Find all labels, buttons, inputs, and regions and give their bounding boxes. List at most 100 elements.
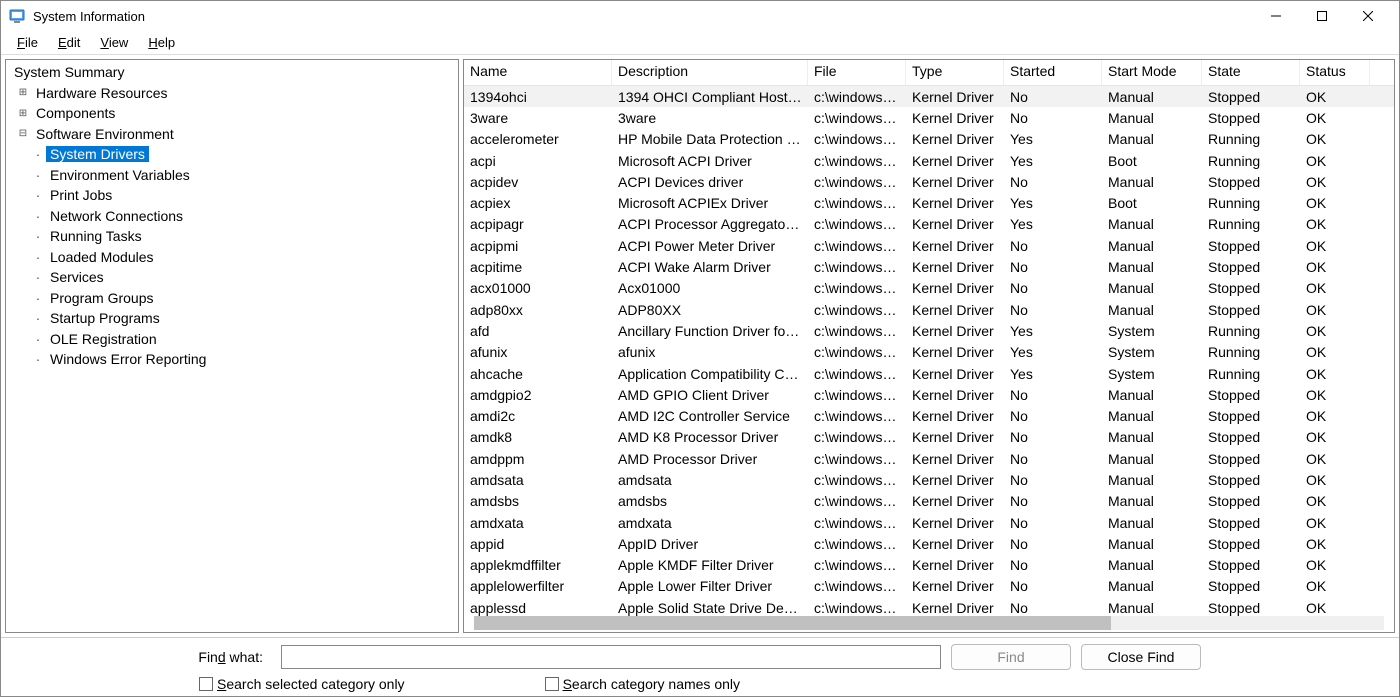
- search-names-checkbox[interactable]: Search category names only: [545, 676, 740, 692]
- tree-item-label: Loaded Modules: [46, 249, 158, 265]
- tree-item-environment-variables[interactable]: ·Environment Variables: [6, 165, 458, 186]
- cell-started: No: [1004, 387, 1102, 403]
- col-header-start-mode[interactable]: Start Mode: [1102, 60, 1202, 85]
- cell-type: Kernel Driver: [906, 195, 1004, 211]
- tree-item-print-jobs[interactable]: ·Print Jobs: [6, 185, 458, 206]
- cell-start_mode: Manual: [1102, 302, 1202, 318]
- tree-root[interactable]: System Summary: [6, 62, 458, 83]
- cell-description: amdsbs: [612, 493, 808, 509]
- col-header-status[interactable]: Status: [1300, 60, 1370, 85]
- tree-components[interactable]: ⊞ Components: [6, 103, 458, 124]
- tree-item-startup-programs[interactable]: ·Startup Programs: [6, 308, 458, 329]
- col-header-description[interactable]: Description: [612, 60, 808, 85]
- table-row[interactable]: acpipmiACPI Power Meter Driverc:\windows…: [464, 235, 1394, 256]
- maximize-button[interactable]: [1299, 1, 1345, 31]
- cell-name: accelerometer: [464, 131, 612, 147]
- cell-type: Kernel Driver: [906, 89, 1004, 105]
- close-find-button[interactable]: Close Find: [1081, 644, 1201, 670]
- table-row[interactable]: ahcacheApplication Compatibility Cac...c…: [464, 363, 1394, 384]
- tree-panel[interactable]: System Summary ⊞ Hardware Resources ⊞ Co…: [5, 59, 459, 633]
- table-row[interactable]: acpidevACPI Devices driverc:\windows\s..…: [464, 171, 1394, 192]
- cell-status: OK: [1300, 323, 1370, 339]
- cell-started: Yes: [1004, 195, 1102, 211]
- cell-description: Apple Solid State Drive Device: [612, 600, 808, 616]
- details-panel: Name Description File Type Started Start…: [463, 59, 1395, 633]
- cell-started: No: [1004, 600, 1102, 616]
- table-row[interactable]: amdgpio2AMD GPIO Client Driverc:\windows…: [464, 384, 1394, 405]
- cell-state: Stopped: [1202, 493, 1300, 509]
- cell-name: acpitime: [464, 259, 612, 275]
- table-row[interactable]: amdi2cAMD I2C Controller Servicec:\windo…: [464, 405, 1394, 426]
- cell-status: OK: [1300, 131, 1370, 147]
- cell-started: No: [1004, 259, 1102, 275]
- table-row[interactable]: acpiMicrosoft ACPI Driverc:\windows\s...…: [464, 150, 1394, 171]
- table-header: Name Description File Type Started Start…: [464, 60, 1394, 86]
- table-body[interactable]: 1394ohci1394 OHCI Compliant Host C...c:\…: [464, 86, 1394, 616]
- table-row[interactable]: accelerometerHP Mobile Data Protection S…: [464, 129, 1394, 150]
- cell-status: OK: [1300, 366, 1370, 382]
- cell-type: Kernel Driver: [906, 366, 1004, 382]
- col-header-type[interactable]: Type: [906, 60, 1004, 85]
- find-button[interactable]: Find: [951, 644, 1071, 670]
- table-row[interactable]: applekmdffilterApple KMDF Filter Driverc…: [464, 555, 1394, 576]
- table-row[interactable]: acx01000Acx01000c:\windows\s...Kernel Dr…: [464, 278, 1394, 299]
- close-button[interactable]: [1345, 1, 1391, 31]
- cell-state: Stopped: [1202, 408, 1300, 424]
- cell-state: Stopped: [1202, 472, 1300, 488]
- expand-icon[interactable]: ⊞: [16, 106, 30, 120]
- find-input[interactable]: [281, 645, 941, 669]
- table-row[interactable]: acpiexMicrosoft ACPIEx Driverc:\windows\…: [464, 192, 1394, 213]
- table-row[interactable]: 3ware3warec:\windows\s...Kernel DriverNo…: [464, 107, 1394, 128]
- tree-item-ole-registration[interactable]: ·OLE Registration: [6, 329, 458, 350]
- table-row[interactable]: amdxataamdxatac:\windows\s...Kernel Driv…: [464, 512, 1394, 533]
- tree-software-env[interactable]: ⊟ Software Environment: [6, 124, 458, 145]
- tree-item-services[interactable]: ·Services: [6, 267, 458, 288]
- cell-name: applessd: [464, 600, 612, 616]
- expand-icon[interactable]: ⊞: [16, 86, 30, 100]
- tree-item-program-groups[interactable]: ·Program Groups: [6, 288, 458, 309]
- tree-item-running-tasks[interactable]: ·Running Tasks: [6, 226, 458, 247]
- cell-description: AMD I2C Controller Service: [612, 408, 808, 424]
- menu-view[interactable]: View: [90, 33, 138, 52]
- table-row[interactable]: amdsbsamdsbsc:\windows\s...Kernel Driver…: [464, 491, 1394, 512]
- tree-item-label: Services: [46, 269, 108, 285]
- table-row[interactable]: applelowerfilterApple Lower Filter Drive…: [464, 576, 1394, 597]
- col-header-file[interactable]: File: [808, 60, 906, 85]
- col-header-started[interactable]: Started: [1004, 60, 1102, 85]
- table-row[interactable]: acpipagrACPI Processor Aggregator D...c:…: [464, 214, 1394, 235]
- table-row[interactable]: amdsataamdsatac:\windows\s...Kernel Driv…: [464, 469, 1394, 490]
- cell-status: OK: [1300, 302, 1370, 318]
- tree-item-label: Windows Error Reporting: [46, 351, 210, 367]
- tree-item-windows-error-reporting[interactable]: ·Windows Error Reporting: [6, 349, 458, 370]
- tree-hardware-label: Hardware Resources: [32, 85, 172, 101]
- menu-edit[interactable]: Edit: [48, 33, 90, 52]
- col-header-state[interactable]: State: [1202, 60, 1300, 85]
- cell-file: c:\windows\s...: [808, 344, 906, 360]
- tree-hardware[interactable]: ⊞ Hardware Resources: [6, 83, 458, 104]
- menu-file[interactable]: File: [7, 33, 48, 52]
- tree-item-loaded-modules[interactable]: ·Loaded Modules: [6, 247, 458, 268]
- table-row[interactable]: applessdApple Solid State Drive Devicec:…: [464, 597, 1394, 616]
- collapse-icon[interactable]: ⊟: [16, 127, 30, 141]
- table-row[interactable]: amdppmAMD Processor Driverc:\windows\s..…: [464, 448, 1394, 469]
- table-row[interactable]: amdk8AMD K8 Processor Driverc:\windows\s…: [464, 427, 1394, 448]
- cell-status: OK: [1300, 259, 1370, 275]
- cell-started: No: [1004, 110, 1102, 126]
- menu-help[interactable]: Help: [138, 33, 185, 52]
- tree-item-network-connections[interactable]: ·Network Connections: [6, 206, 458, 227]
- table-row[interactable]: afdAncillary Function Driver for ...c:\w…: [464, 320, 1394, 341]
- horizontal-scrollbar[interactable]: [474, 616, 1384, 630]
- scrollbar-thumb[interactable]: [474, 616, 1111, 630]
- table-row[interactable]: appidAppID Driverc:\windows\s...Kernel D…: [464, 533, 1394, 554]
- table-row[interactable]: adp80xxADP80XXc:\windows\s...Kernel Driv…: [464, 299, 1394, 320]
- search-selected-checkbox[interactable]: Search selected category only: [199, 676, 405, 692]
- tree-item-system-drivers[interactable]: ·System Drivers: [6, 144, 458, 165]
- col-header-name[interactable]: Name: [464, 60, 612, 85]
- cell-type: Kernel Driver: [906, 131, 1004, 147]
- cell-description: Application Compatibility Cac...: [612, 366, 808, 382]
- table-row[interactable]: acpitimeACPI Wake Alarm Driverc:\windows…: [464, 256, 1394, 277]
- table-row[interactable]: afunixafunixc:\windows\s...Kernel Driver…: [464, 342, 1394, 363]
- table-row[interactable]: 1394ohci1394 OHCI Compliant Host C...c:\…: [464, 86, 1394, 107]
- minimize-button[interactable]: [1253, 1, 1299, 31]
- cell-status: OK: [1300, 238, 1370, 254]
